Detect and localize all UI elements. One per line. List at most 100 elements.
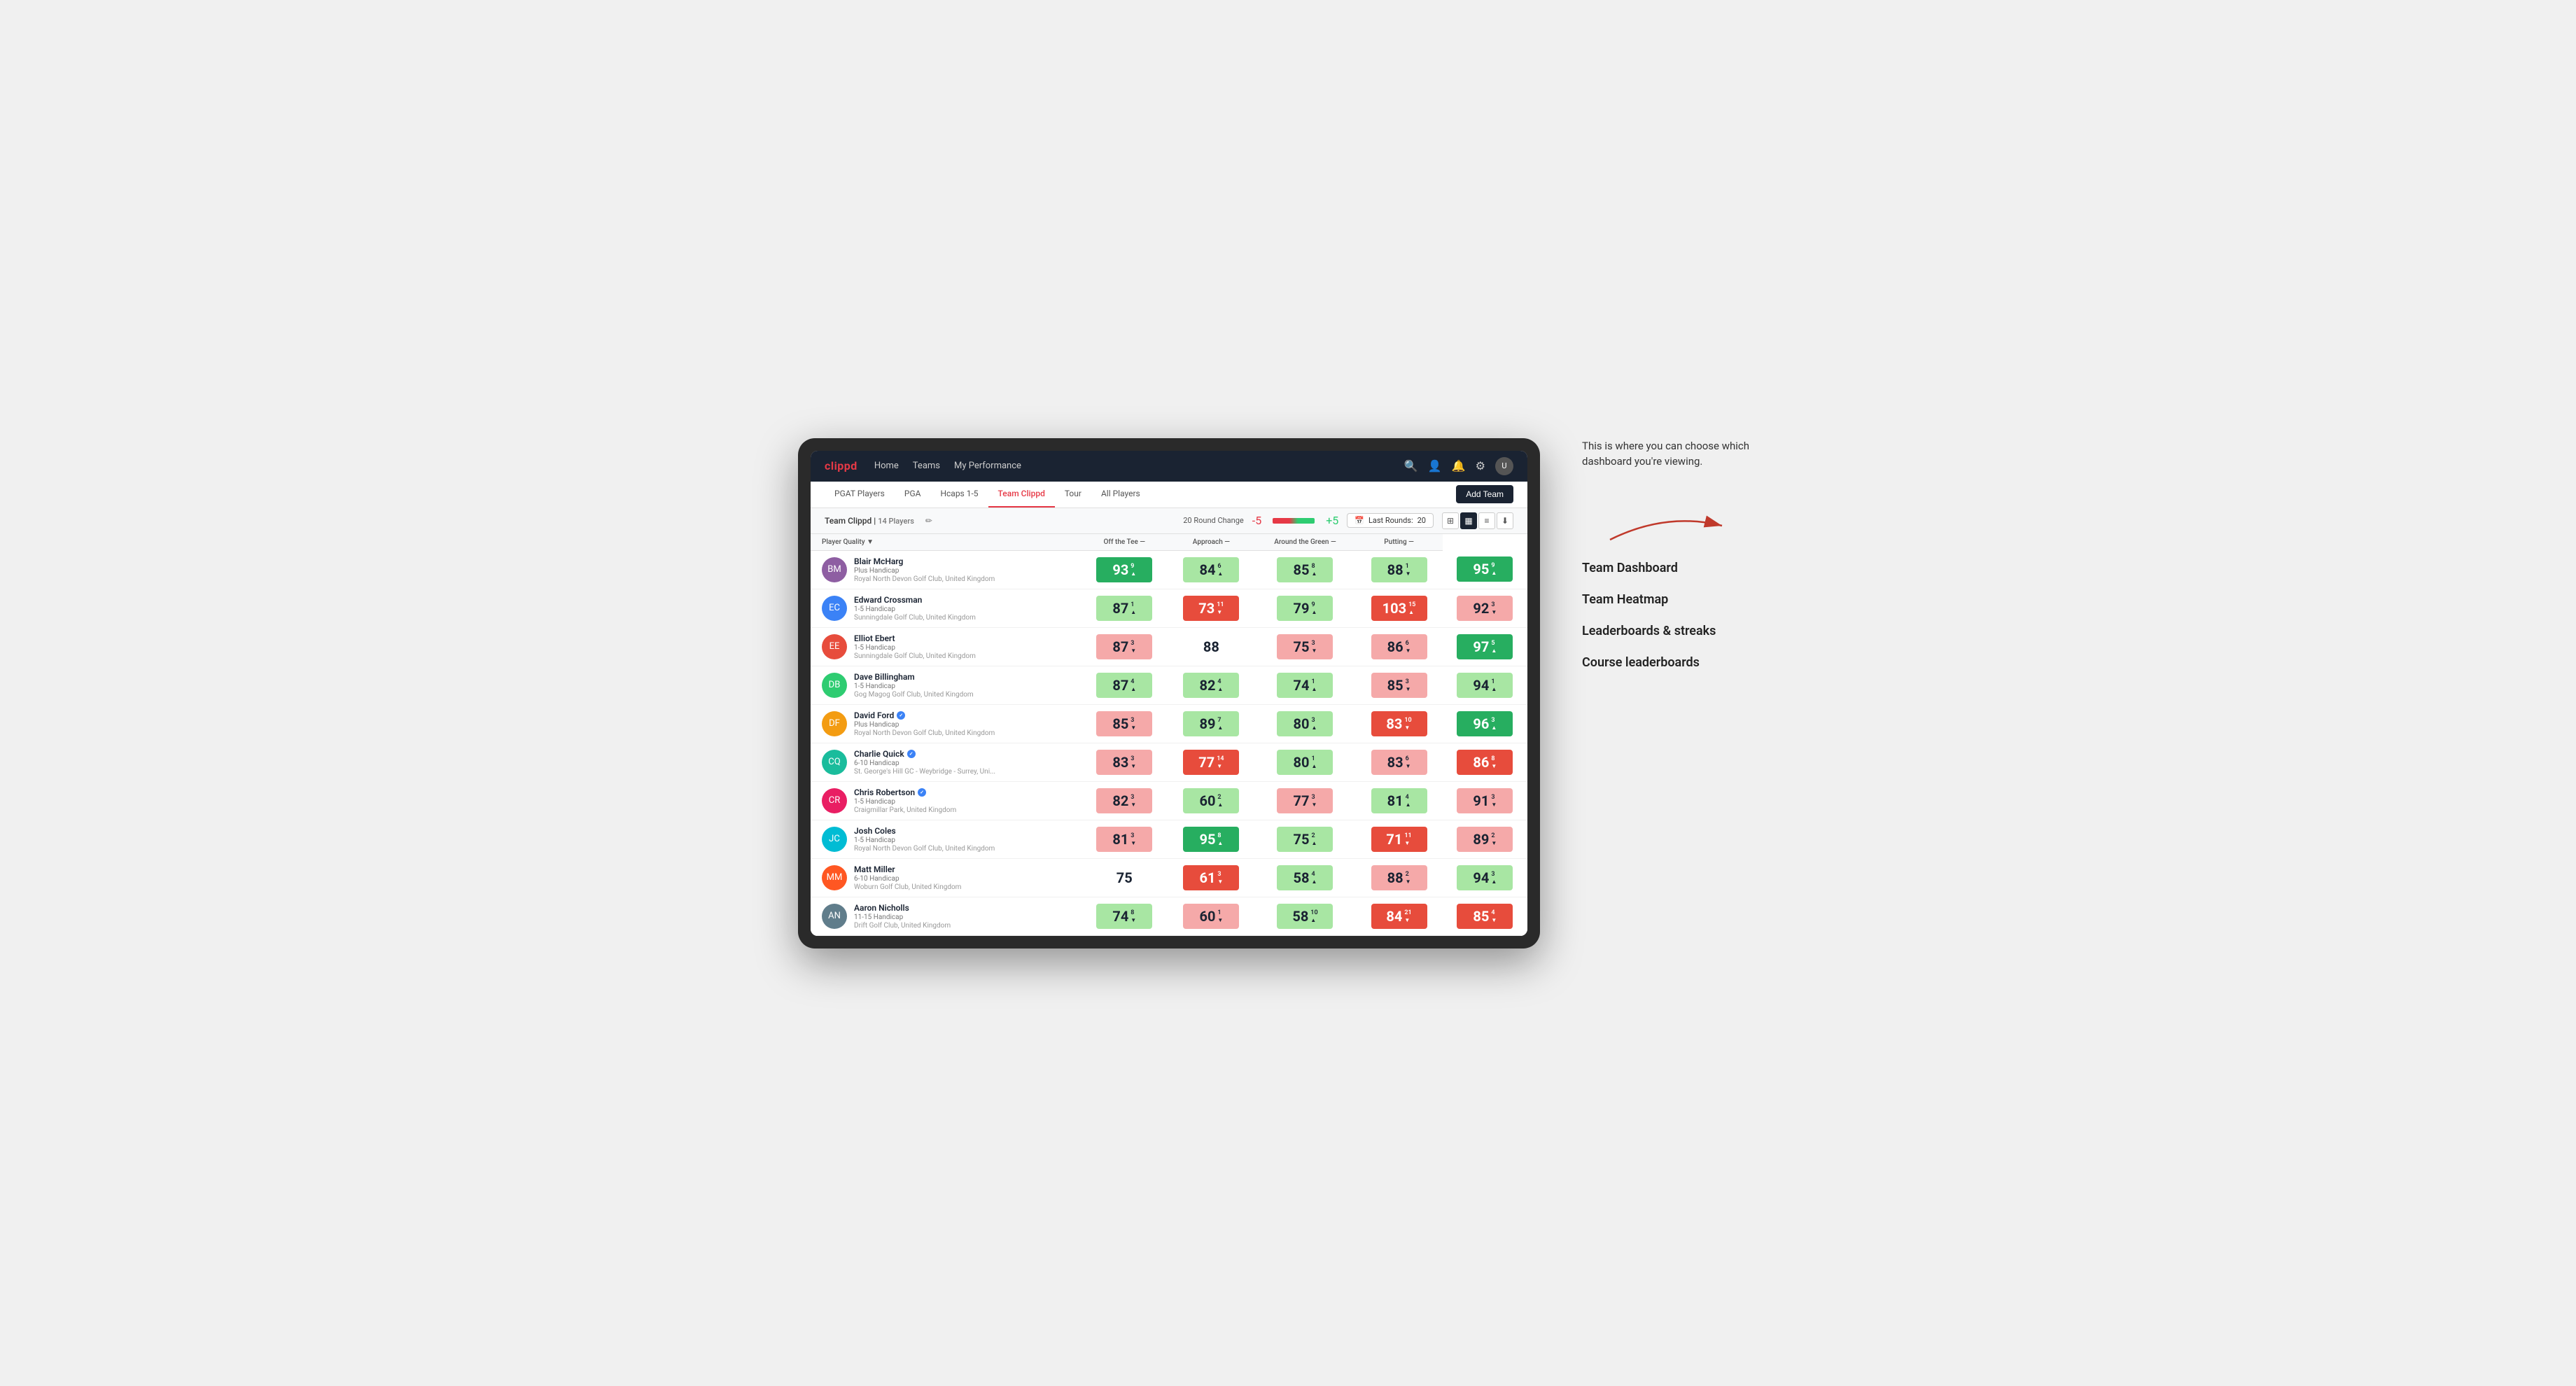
player-quality-score: 87 1 ▲ <box>1081 589 1168 627</box>
score-value: 75 <box>1116 871 1133 885</box>
score-change: 3 ▼ <box>1311 794 1317 808</box>
score-change: 1 ▼ <box>1217 909 1223 923</box>
edit-icon[interactable]: ✏ <box>925 516 932 526</box>
settings-icon[interactable]: ⚙ <box>1476 459 1485 472</box>
tab-pgat-players[interactable]: PGAT Players <box>825 482 895 507</box>
approach-score: 77 3 ▼ <box>1254 781 1355 820</box>
player-name: Blair McHarg <box>854 556 995 566</box>
verified-icon: ✓ <box>918 788 926 797</box>
add-team-button[interactable]: Add Team <box>1456 485 1513 503</box>
col-approach[interactable]: Approach — <box>1168 534 1254 551</box>
around-green-score: 86 6 ▼ <box>1355 627 1442 666</box>
nav-link-home[interactable]: Home <box>874 461 899 471</box>
putting-score: 94 1 ▲ <box>1443 666 1527 704</box>
nav-link-teams[interactable]: Teams <box>913 461 940 471</box>
score-box: 83 10 ▼ <box>1371 711 1427 736</box>
player-avatar: AN <box>822 904 847 929</box>
player-info: Charlie Quick ✓ 6-10 Handicap St. George… <box>854 749 995 776</box>
tab-tour[interactable]: Tour <box>1055 482 1091 507</box>
score-change: 4 ▲ <box>1311 871 1317 885</box>
player-handicap: 6-10 Handicap <box>854 875 961 883</box>
score-value: 89 <box>1199 717 1215 731</box>
view-heatmap-icon[interactable]: ▦ <box>1460 512 1477 529</box>
tab-pga[interactable]: PGA <box>895 482 931 507</box>
player-club: Craigmillar Park, United Kingdom <box>854 806 956 814</box>
player-name: David Ford ✓ <box>854 710 995 720</box>
person-icon[interactable]: 👤 <box>1428 459 1442 472</box>
approach-score: 75 2 ▲ <box>1254 820 1355 858</box>
around-green-score: 83 10 ▼ <box>1355 704 1442 743</box>
option-leaderboards: Leaderboards & streaks <box>1582 624 1778 638</box>
player-cell[interactable]: DF David Ford ✓ Plus Handicap Royal Nort… <box>811 704 1081 743</box>
score-box: 58 10 ▲ <box>1277 904 1333 929</box>
score-value: 58 <box>1292 909 1308 923</box>
view-download-icon[interactable]: ⬇ <box>1497 512 1513 529</box>
score-box: 87 1 ▲ <box>1096 596 1152 621</box>
player-quality-score: 82 3 ▼ <box>1081 781 1168 820</box>
player-name: Charlie Quick ✓ <box>854 749 995 759</box>
score-value: 103 <box>1382 601 1406 615</box>
player-handicap: 1-5 Handicap <box>854 836 995 844</box>
score-box: 74 1 ▲ <box>1277 673 1333 698</box>
table-header-row: Player Quality ▼ Off the Tee — Approach … <box>811 534 1527 551</box>
col-off-tee[interactable]: Off the Tee — <box>1081 534 1168 551</box>
player-club: Sunningdale Golf Club, United Kingdom <box>854 614 976 622</box>
score-value: 60 <box>1199 909 1215 923</box>
score-value: 84 <box>1199 563 1215 577</box>
score-change: 1 ▲ <box>1311 678 1317 692</box>
tab-team-clippd[interactable]: Team Clippd <box>988 482 1055 507</box>
score-box: 80 3 ▲ <box>1277 711 1333 736</box>
player-avatar: EE <box>822 634 847 659</box>
score-box: 86 6 ▼ <box>1371 634 1427 659</box>
player-info: Aaron Nicholls 11-15 Handicap Drift Golf… <box>854 903 951 930</box>
avatar[interactable]: U <box>1495 457 1513 475</box>
search-icon[interactable]: 🔍 <box>1404 459 1418 472</box>
player-cell[interactable]: EE Elliot Ebert 1-5 Handicap Sunningdale… <box>811 627 1081 666</box>
score-box: 58 4 ▲ <box>1277 865 1333 890</box>
table-row: AN Aaron Nicholls 11-15 Handicap Drift G… <box>811 897 1527 935</box>
approach-score: 80 1 ▲ <box>1254 743 1355 781</box>
nav-link-performance[interactable]: My Performance <box>954 461 1021 471</box>
table-row: BM Blair McHarg Plus Handicap Royal Nort… <box>811 550 1527 589</box>
score-box: 91 3 ▼ <box>1457 788 1513 813</box>
score-change: 3 ▼ <box>1311 640 1317 654</box>
off-tee-score: 89 7 ▲ <box>1168 704 1254 743</box>
player-cell[interactable]: DB Dave Billingham 1-5 Handicap Gog Mago… <box>811 666 1081 704</box>
tab-all-players[interactable]: All Players <box>1091 482 1150 507</box>
player-cell[interactable]: JC Josh Coles 1-5 Handicap Royal North D… <box>811 820 1081 858</box>
player-cell[interactable]: CQ Charlie Quick ✓ 6-10 Handicap St. Geo… <box>811 743 1081 781</box>
score-value: 87 <box>1112 601 1128 615</box>
bell-icon[interactable]: 🔔 <box>1452 459 1466 472</box>
around-green-score: 83 6 ▼ <box>1355 743 1442 781</box>
score-box: 87 4 ▲ <box>1096 673 1152 698</box>
player-quality-score: 81 3 ▼ <box>1081 820 1168 858</box>
player-cell[interactable]: BM Blair McHarg Plus Handicap Royal Nort… <box>811 550 1081 589</box>
score-box: 84 6 ▲ <box>1183 557 1239 582</box>
tab-hcaps[interactable]: Hcaps 1-5 <box>930 482 988 507</box>
player-cell[interactable]: AN Aaron Nicholls 11-15 Handicap Drift G… <box>811 897 1081 935</box>
last-rounds-button[interactable]: 📅 Last Rounds: 20 <box>1347 513 1434 528</box>
score-change: 7 ▲ <box>1217 717 1223 731</box>
player-cell[interactable]: CR Chris Robertson ✓ 1-5 Handicap Craigm… <box>811 781 1081 820</box>
score-box: 75 2 ▲ <box>1277 827 1333 852</box>
col-player-quality[interactable]: Player Quality ▼ <box>811 534 1081 551</box>
player-cell[interactable]: MM Matt Miller 6-10 Handicap Woburn Golf… <box>811 858 1081 897</box>
col-around-green[interactable]: Around the Green — <box>1254 534 1355 551</box>
around-green-score: 85 3 ▼ <box>1355 666 1442 704</box>
player-handicap: Plus Handicap <box>854 721 995 729</box>
score-value: 61 <box>1199 871 1215 885</box>
player-quality-score: 83 3 ▼ <box>1081 743 1168 781</box>
score-value: 88 <box>1387 563 1404 577</box>
approach-score: 79 9 ▲ <box>1254 589 1355 627</box>
player-quality-score: 93 9 ▲ <box>1081 550 1168 589</box>
score-box: 84 21 ▼ <box>1371 904 1427 929</box>
score-box: 61 3 ▼ <box>1183 865 1239 890</box>
view-grid-icon[interactable]: ⊞ <box>1442 512 1459 529</box>
score-value: 85 <box>1473 909 1489 923</box>
score-value: 75 <box>1294 832 1310 846</box>
player-cell[interactable]: EC Edward Crossman 1-5 Handicap Sunningd… <box>811 589 1081 627</box>
score-change: 3 ▼ <box>1130 794 1136 808</box>
view-list-icon[interactable]: ≡ <box>1478 512 1495 529</box>
col-putting[interactable]: Putting — <box>1355 534 1442 551</box>
player-handicap: 1-5 Handicap <box>854 644 976 652</box>
